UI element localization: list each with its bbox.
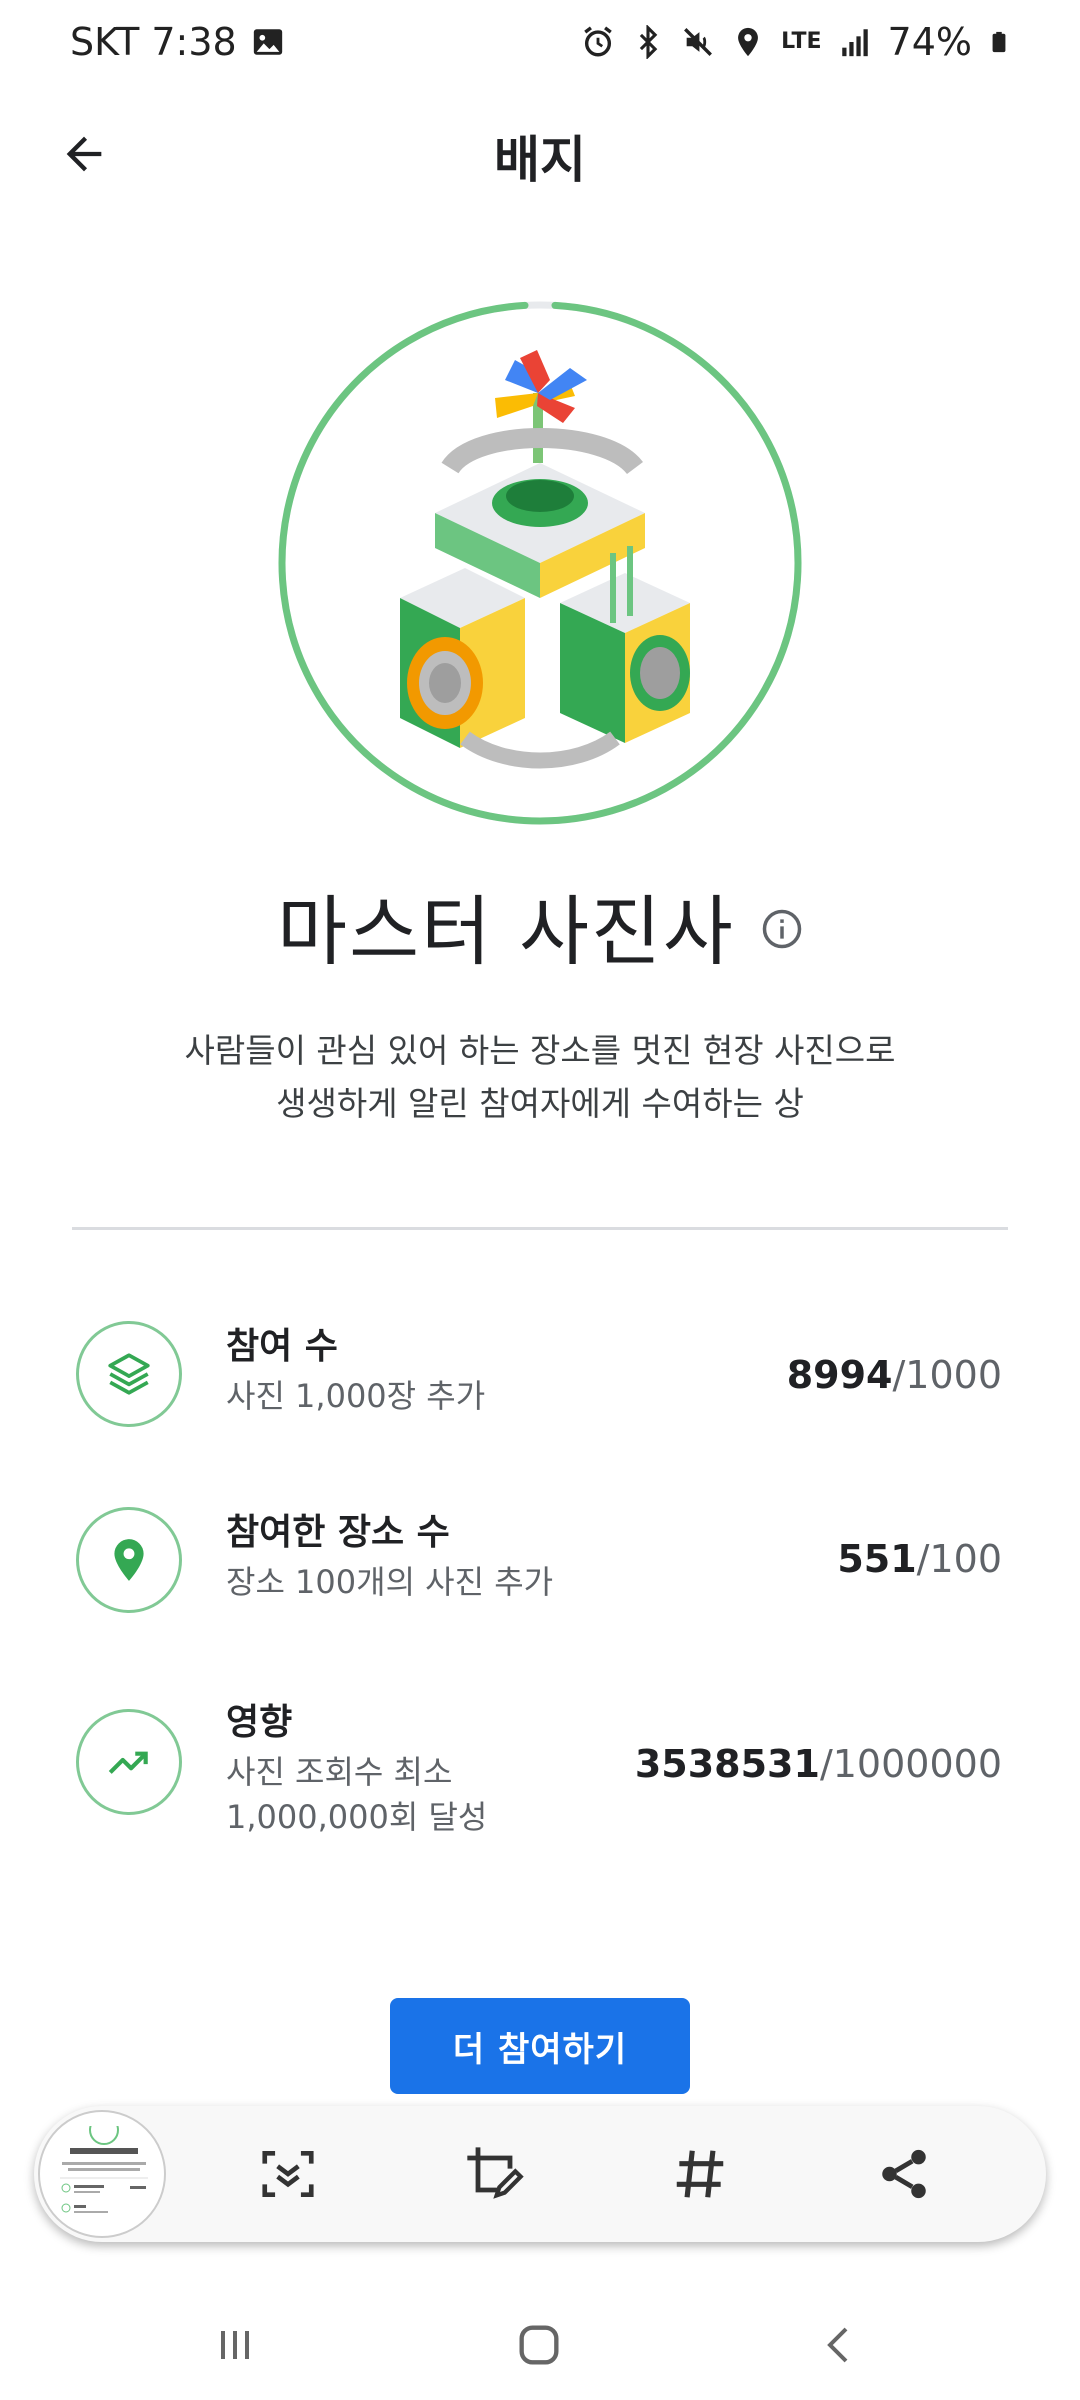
alarm-icon xyxy=(584,26,612,57)
stat-text: 참여한 장소 수 장소 100개의 사진 추가 xyxy=(226,1510,553,1605)
stat-text: 참여 수 사진 1,000장 추가 xyxy=(226,1324,485,1419)
badge-description-line-2: 생생하게 알린 참여자에게 수여하는 상 xyxy=(276,1084,804,1123)
status-bar: SKT 7:38 LTE 74% xyxy=(0,0,1080,90)
status-left: SKT 7:38 xyxy=(70,20,285,64)
stat-title: 영향 xyxy=(226,1702,293,1743)
stat-value: 8994/1000 xyxy=(787,1353,1002,1397)
stat-value: 3538531/1000000 xyxy=(635,1742,1002,1786)
recent-apps-icon xyxy=(221,2331,249,2359)
stat-target: /1000000 xyxy=(819,1742,1002,1786)
divider xyxy=(72,1227,1008,1230)
system-nav-bar xyxy=(0,2280,1080,2400)
mute-icon xyxy=(684,28,713,56)
battery-icon xyxy=(992,31,1006,53)
badge-title-row: 마스터 사진사 xyxy=(0,870,1080,980)
badge-description: 사람들이 관심 있어 하는 장소를 멋진 현장 사진으로 생생하게 알린 참여자… xyxy=(90,1024,990,1130)
location-pin-icon xyxy=(114,1539,144,1581)
recent-apps-button[interactable] xyxy=(190,2310,280,2380)
stat-text: 영향 사진 조회수 최소 1,000,000회 달성 xyxy=(226,1700,487,1840)
stat-subtitle-line-1: 사진 조회수 최소 xyxy=(226,1753,453,1791)
stat-title: 참여한 장소 수 xyxy=(226,1512,450,1553)
back-nav-icon xyxy=(827,2327,848,2363)
trending-up-icon xyxy=(108,1751,148,1774)
stat-subtitle: 사진 1,000장 추가 xyxy=(226,1377,486,1415)
status-right: LTE 74% xyxy=(581,20,1010,64)
back-nav-button[interactable] xyxy=(795,2310,885,2380)
share-icon xyxy=(882,2149,926,2199)
master-photographer-badge-illustration xyxy=(278,301,802,825)
badge-title: 마스터 사진사 xyxy=(277,887,735,976)
bluetooth-icon xyxy=(639,25,658,59)
location-icon xyxy=(738,27,759,57)
tag-button[interactable] xyxy=(660,2134,740,2214)
app-bar: 배지 xyxy=(0,100,1080,200)
hashtag-icon xyxy=(676,2150,724,2198)
stat-subtitle-line-2: 1,000,000회 달성 xyxy=(226,1798,488,1836)
contribute-more-button[interactable]: 더 참여하기 xyxy=(390,1998,690,2094)
layers-icon xyxy=(108,1353,150,1395)
stat-icon-circle xyxy=(76,1321,182,1427)
edit-crop-icon xyxy=(467,2147,524,2199)
page-title: 배지 xyxy=(494,131,586,189)
stat-value: 551/100 xyxy=(837,1537,1002,1581)
scroll-capture-button[interactable] xyxy=(248,2134,328,2214)
battery-percent: 74% xyxy=(887,20,972,64)
stat-current: 3538531 xyxy=(634,1742,820,1786)
share-button[interactable] xyxy=(864,2134,944,2214)
draw-button[interactable] xyxy=(454,2134,534,2214)
stat-subtitle: 장소 100개의 사진 추가 xyxy=(226,1563,554,1601)
stat-icon-circle xyxy=(76,1709,182,1815)
stat-target: /1000 xyxy=(892,1353,1002,1397)
screenshot-thumbnail[interactable] xyxy=(38,2110,166,2238)
network-type: LTE xyxy=(781,29,822,54)
carrier-time: SKT 7:38 xyxy=(70,20,237,64)
info-icon[interactable] xyxy=(761,908,803,950)
home-button[interactable] xyxy=(494,2310,584,2380)
badge-description-line-1: 사람들이 관심 있어 하는 장소를 멋진 현장 사진으로 xyxy=(184,1031,896,1070)
screenshot-toolbar xyxy=(34,2106,1046,2242)
stat-target: /100 xyxy=(916,1537,1002,1581)
stat-title: 참여 수 xyxy=(226,1326,338,1367)
stat-current: 551 xyxy=(837,1537,917,1581)
gallery-notification-icon xyxy=(253,29,282,55)
home-icon xyxy=(519,2325,559,2365)
stat-icon-circle xyxy=(76,1507,182,1613)
stat-subtitle: 사진 조회수 최소 1,000,000회 달성 xyxy=(226,1750,487,1840)
signal-icon xyxy=(841,29,868,57)
stat-current: 8994 xyxy=(786,1353,893,1397)
thumbnail-preview-icon xyxy=(60,2126,148,2213)
scroll-capture-icon xyxy=(262,2151,314,2197)
